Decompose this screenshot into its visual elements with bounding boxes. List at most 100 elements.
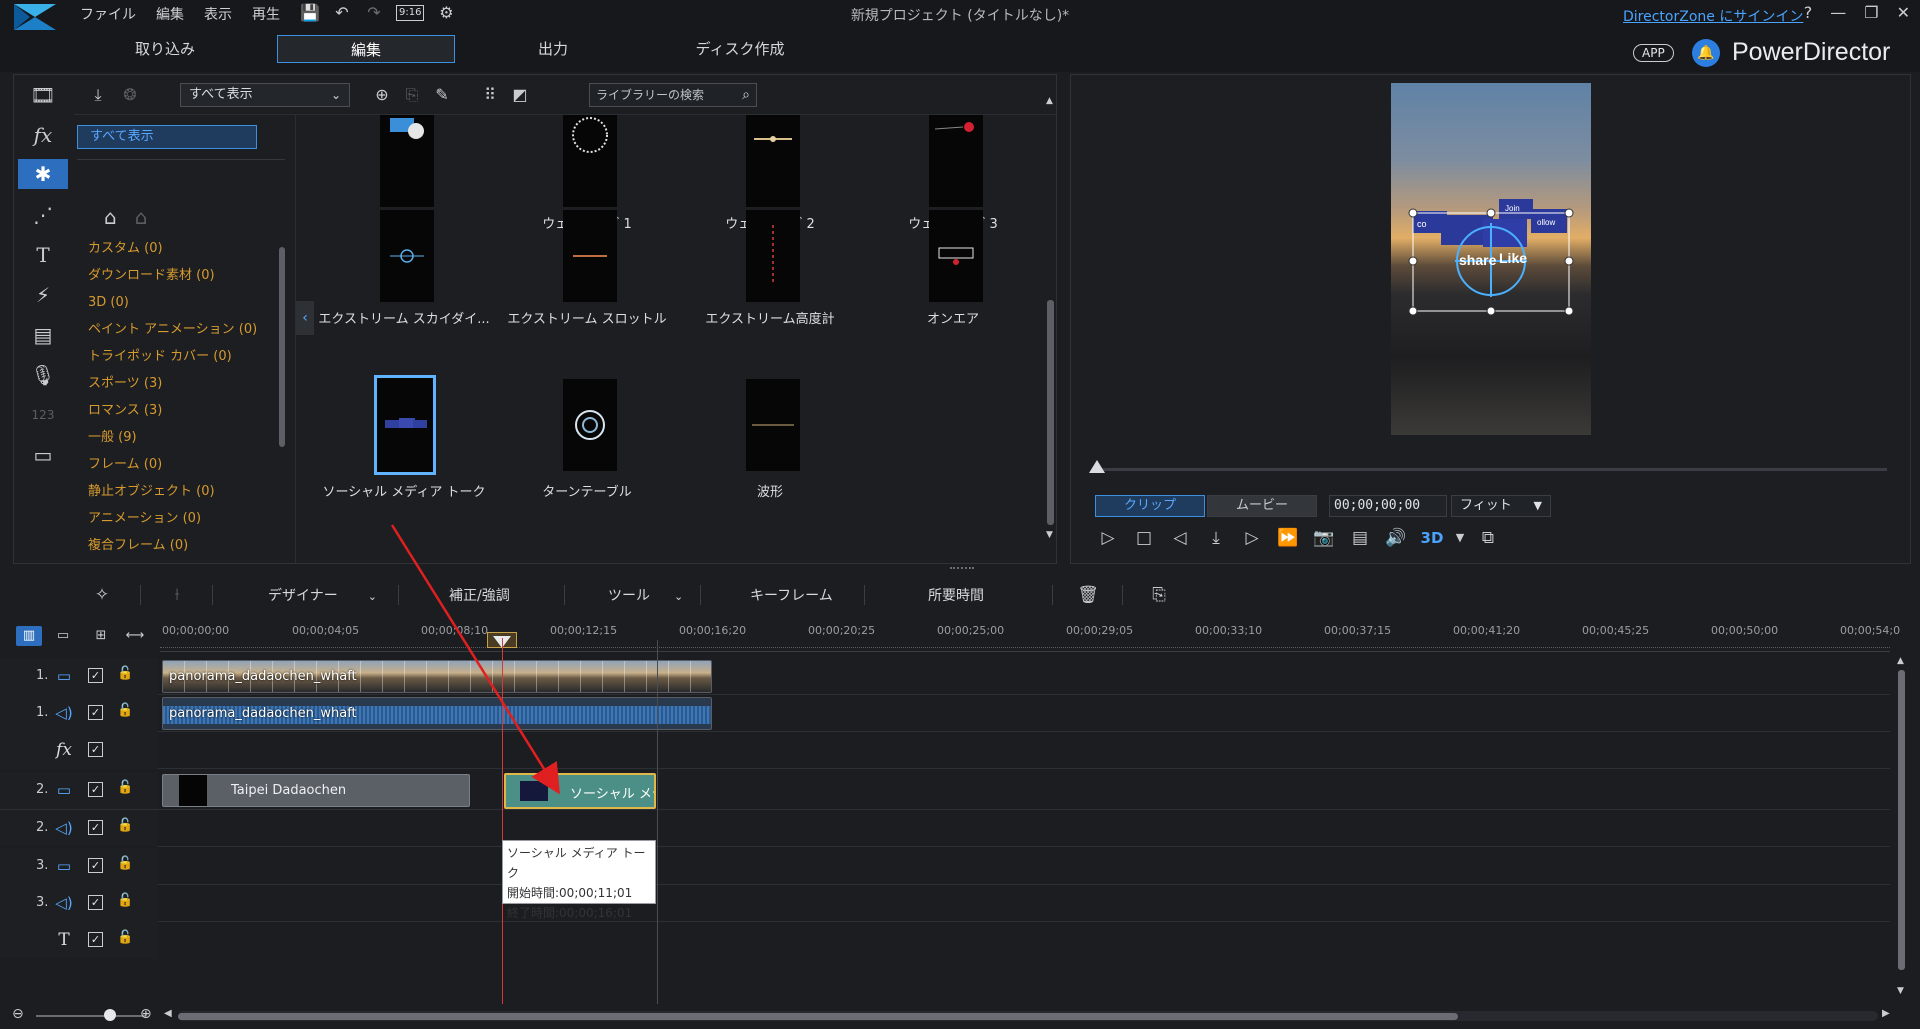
close-icon[interactable]: ✕ bbox=[1897, 3, 1910, 22]
zoom-in-icon[interactable]: ⊕ bbox=[140, 1006, 152, 1022]
panel-resize-handle[interactable] bbox=[950, 567, 974, 571]
redo-icon[interactable]: ↷ bbox=[364, 3, 384, 23]
template-tile-selected[interactable]: ソーシャル メディア トーク bbox=[314, 375, 494, 515]
category-item[interactable]: 一般 (9) bbox=[88, 424, 257, 451]
collapse-panel-button[interactable]: ‹ bbox=[296, 301, 314, 335]
track-lane[interactable] bbox=[160, 885, 1890, 922]
template-tile[interactable]: いいね! bbox=[314, 115, 494, 232]
category-item[interactable]: スポーツ (3) bbox=[88, 370, 257, 397]
audio-mixing-icon[interactable]: 🎙 bbox=[28, 360, 58, 390]
notification-bell-icon[interactable]: 🔔 bbox=[1692, 39, 1720, 67]
track-enable-checkbox[interactable]: ✓ bbox=[88, 820, 103, 835]
unlock-icon[interactable]: 🔓 bbox=[117, 893, 133, 911]
chevron-down-icon[interactable]: ▼ bbox=[1455, 525, 1465, 551]
scroll-left-icon[interactable]: ◀ bbox=[164, 1008, 172, 1019]
track-lane[interactable]: Taipei Dadaochen ソーシャル メデ bbox=[160, 772, 1890, 809]
tools-menu[interactable]: ツール ⌄ bbox=[608, 585, 683, 605]
directorzone-signin-link[interactable]: DirectorZone にサインイン bbox=[1623, 6, 1803, 26]
category-item[interactable]: ロマンス (3) bbox=[88, 397, 257, 424]
subtitle-edit-icon[interactable]: ⎘ bbox=[1147, 583, 1171, 607]
track-lane[interactable] bbox=[160, 732, 1890, 769]
tab-edit[interactable]: 編集 bbox=[277, 35, 455, 63]
template-tile[interactable]: ウェディング 1 bbox=[497, 115, 677, 232]
duration-button[interactable]: 所要時間 bbox=[928, 585, 984, 605]
split-clip-icon[interactable]: ⟊ bbox=[165, 583, 189, 607]
time-ruler[interactable]: 00;00;00;00 00;00;04;05 00;00;08;10 00;0… bbox=[160, 622, 1900, 652]
menu-view[interactable]: 表示 bbox=[204, 4, 232, 24]
category-show-all[interactable]: すべて表示 bbox=[77, 125, 257, 149]
timecode-display[interactable]: 00;00;00;00 bbox=[1329, 495, 1447, 517]
menu-file[interactable]: ファイル bbox=[80, 4, 136, 24]
timeline-horizontal-scrollbar[interactable] bbox=[178, 1011, 1878, 1021]
template-tile[interactable]: ウェディング 2 bbox=[680, 115, 860, 232]
template-tile[interactable]: エクストリーム スロットル bbox=[497, 210, 677, 350]
unlock-icon[interactable]: 🔓 bbox=[117, 930, 133, 948]
scrollbar-thumb[interactable] bbox=[1047, 300, 1054, 525]
next-frame-icon[interactable]: ▷ bbox=[1239, 525, 1265, 551]
category-scrollbar[interactable] bbox=[277, 233, 287, 553]
template-tile[interactable]: 波形 bbox=[680, 375, 860, 515]
template-tile[interactable]: ターンテーブル bbox=[497, 375, 677, 515]
chapter-room-icon[interactable]: ▤ bbox=[28, 320, 58, 350]
track-enable-checkbox[interactable]: ✓ bbox=[88, 858, 103, 873]
designer-menu[interactable]: デザイナー ⌄ bbox=[268, 585, 377, 605]
split-marker-icon[interactable]: ⤓ bbox=[1203, 525, 1229, 551]
category-item[interactable]: ダウンロード素材 (0) bbox=[88, 262, 257, 289]
track-lane[interactable]: panorama_dadaochen_whaft bbox=[160, 658, 1890, 695]
scroll-right-icon[interactable]: ▶ bbox=[1882, 1008, 1890, 1019]
modify-template-icon[interactable]: ⎘ bbox=[400, 83, 424, 107]
unlock-icon[interactable]: 🔓 bbox=[117, 703, 133, 721]
undo-icon[interactable]: ↶ bbox=[332, 3, 352, 23]
track-enable-checkbox[interactable]: ✓ bbox=[88, 932, 103, 947]
track-enable-checkbox[interactable]: ✓ bbox=[88, 705, 103, 720]
unlock-icon[interactable]: 🔓 bbox=[117, 856, 133, 874]
category-item[interactable]: アニメーション (0) bbox=[88, 505, 257, 532]
scrollbar-thumb[interactable] bbox=[279, 247, 285, 447]
track-enable-checkbox[interactable]: ✓ bbox=[88, 742, 103, 757]
subtitle-toggle-icon[interactable]: ▤ bbox=[1347, 525, 1373, 551]
track-lane[interactable]: panorama_dadaochen_whaft bbox=[160, 695, 1890, 732]
tab-disc-create[interactable]: ディスク作成 bbox=[655, 35, 825, 63]
import-media-icon[interactable]: ⤓ bbox=[86, 83, 110, 107]
scroll-up-icon[interactable]: ▲ bbox=[1897, 656, 1904, 666]
aspect-ratio-button[interactable]: 9:16 bbox=[396, 5, 425, 21]
category-item[interactable]: フレーム (0) bbox=[88, 451, 257, 478]
media-room-icon[interactable]: 🎞 bbox=[28, 80, 58, 110]
video-clip[interactable]: panorama_dadaochen_whaft bbox=[162, 660, 712, 693]
zoom-out-icon[interactable]: ⊖ bbox=[12, 1006, 24, 1022]
thumbnail-size-icon[interactable]: ◩ bbox=[508, 83, 532, 107]
timeline-zoom-slider[interactable] bbox=[36, 1015, 146, 1017]
grid-view-icon[interactable]: ⠿ bbox=[478, 83, 502, 107]
chapter-numbers-icon[interactable]: 123 bbox=[28, 400, 58, 430]
subtitle-room-icon[interactable]: ▭ bbox=[28, 440, 58, 470]
particle-room-icon[interactable]: ⋰ bbox=[28, 200, 58, 230]
scroll-down-icon[interactable]: ▼ bbox=[1046, 530, 1053, 540]
volume-icon[interactable]: 🔊 bbox=[1383, 525, 1409, 551]
scrollbar-thumb[interactable] bbox=[1898, 670, 1905, 970]
unlock-icon[interactable]: 🔓 bbox=[117, 818, 133, 836]
remove-tag-icon[interactable]: ⌂ bbox=[135, 205, 148, 229]
track-enable-checkbox[interactable]: ✓ bbox=[88, 782, 103, 797]
menu-play[interactable]: 再生 bbox=[252, 4, 280, 24]
settings-gear-icon[interactable]: ⚙ bbox=[436, 3, 456, 23]
snapshot-camera-icon[interactable]: 📷 bbox=[1311, 525, 1337, 551]
track-lane[interactable] bbox=[160, 922, 1890, 959]
title-clip[interactable]: Taipei Dadaochen bbox=[162, 774, 470, 807]
category-item[interactable]: ペイント アニメーション (0) bbox=[88, 316, 257, 343]
transition-room-icon[interactable]: ⚡ bbox=[28, 280, 58, 310]
seek-thumb[interactable] bbox=[1089, 460, 1105, 473]
category-item[interactable]: トライポッド カバー (0) bbox=[88, 343, 257, 370]
scrollbar-thumb[interactable] bbox=[178, 1013, 1458, 1020]
app-badge-button[interactable]: APP bbox=[1633, 44, 1674, 62]
track-lane[interactable] bbox=[160, 810, 1890, 847]
audio-clip[interactable]: panorama_dadaochen_whaft bbox=[162, 697, 712, 730]
add-template-icon[interactable]: ⊕ bbox=[370, 83, 394, 107]
minimize-icon[interactable]: — bbox=[1830, 3, 1846, 22]
track-manager-icon[interactable]: ⊞ bbox=[88, 626, 114, 646]
undock-preview-icon[interactable]: ⧉ bbox=[1475, 525, 1501, 551]
fast-forward-icon[interactable]: ⏩ bbox=[1275, 525, 1301, 551]
download-content-icon[interactable]: ❂ bbox=[118, 83, 142, 107]
zoom-slider-knob[interactable] bbox=[104, 1009, 116, 1021]
previous-frame-icon[interactable]: ◁ bbox=[1167, 525, 1193, 551]
category-item[interactable]: 3D (0) bbox=[88, 289, 257, 316]
